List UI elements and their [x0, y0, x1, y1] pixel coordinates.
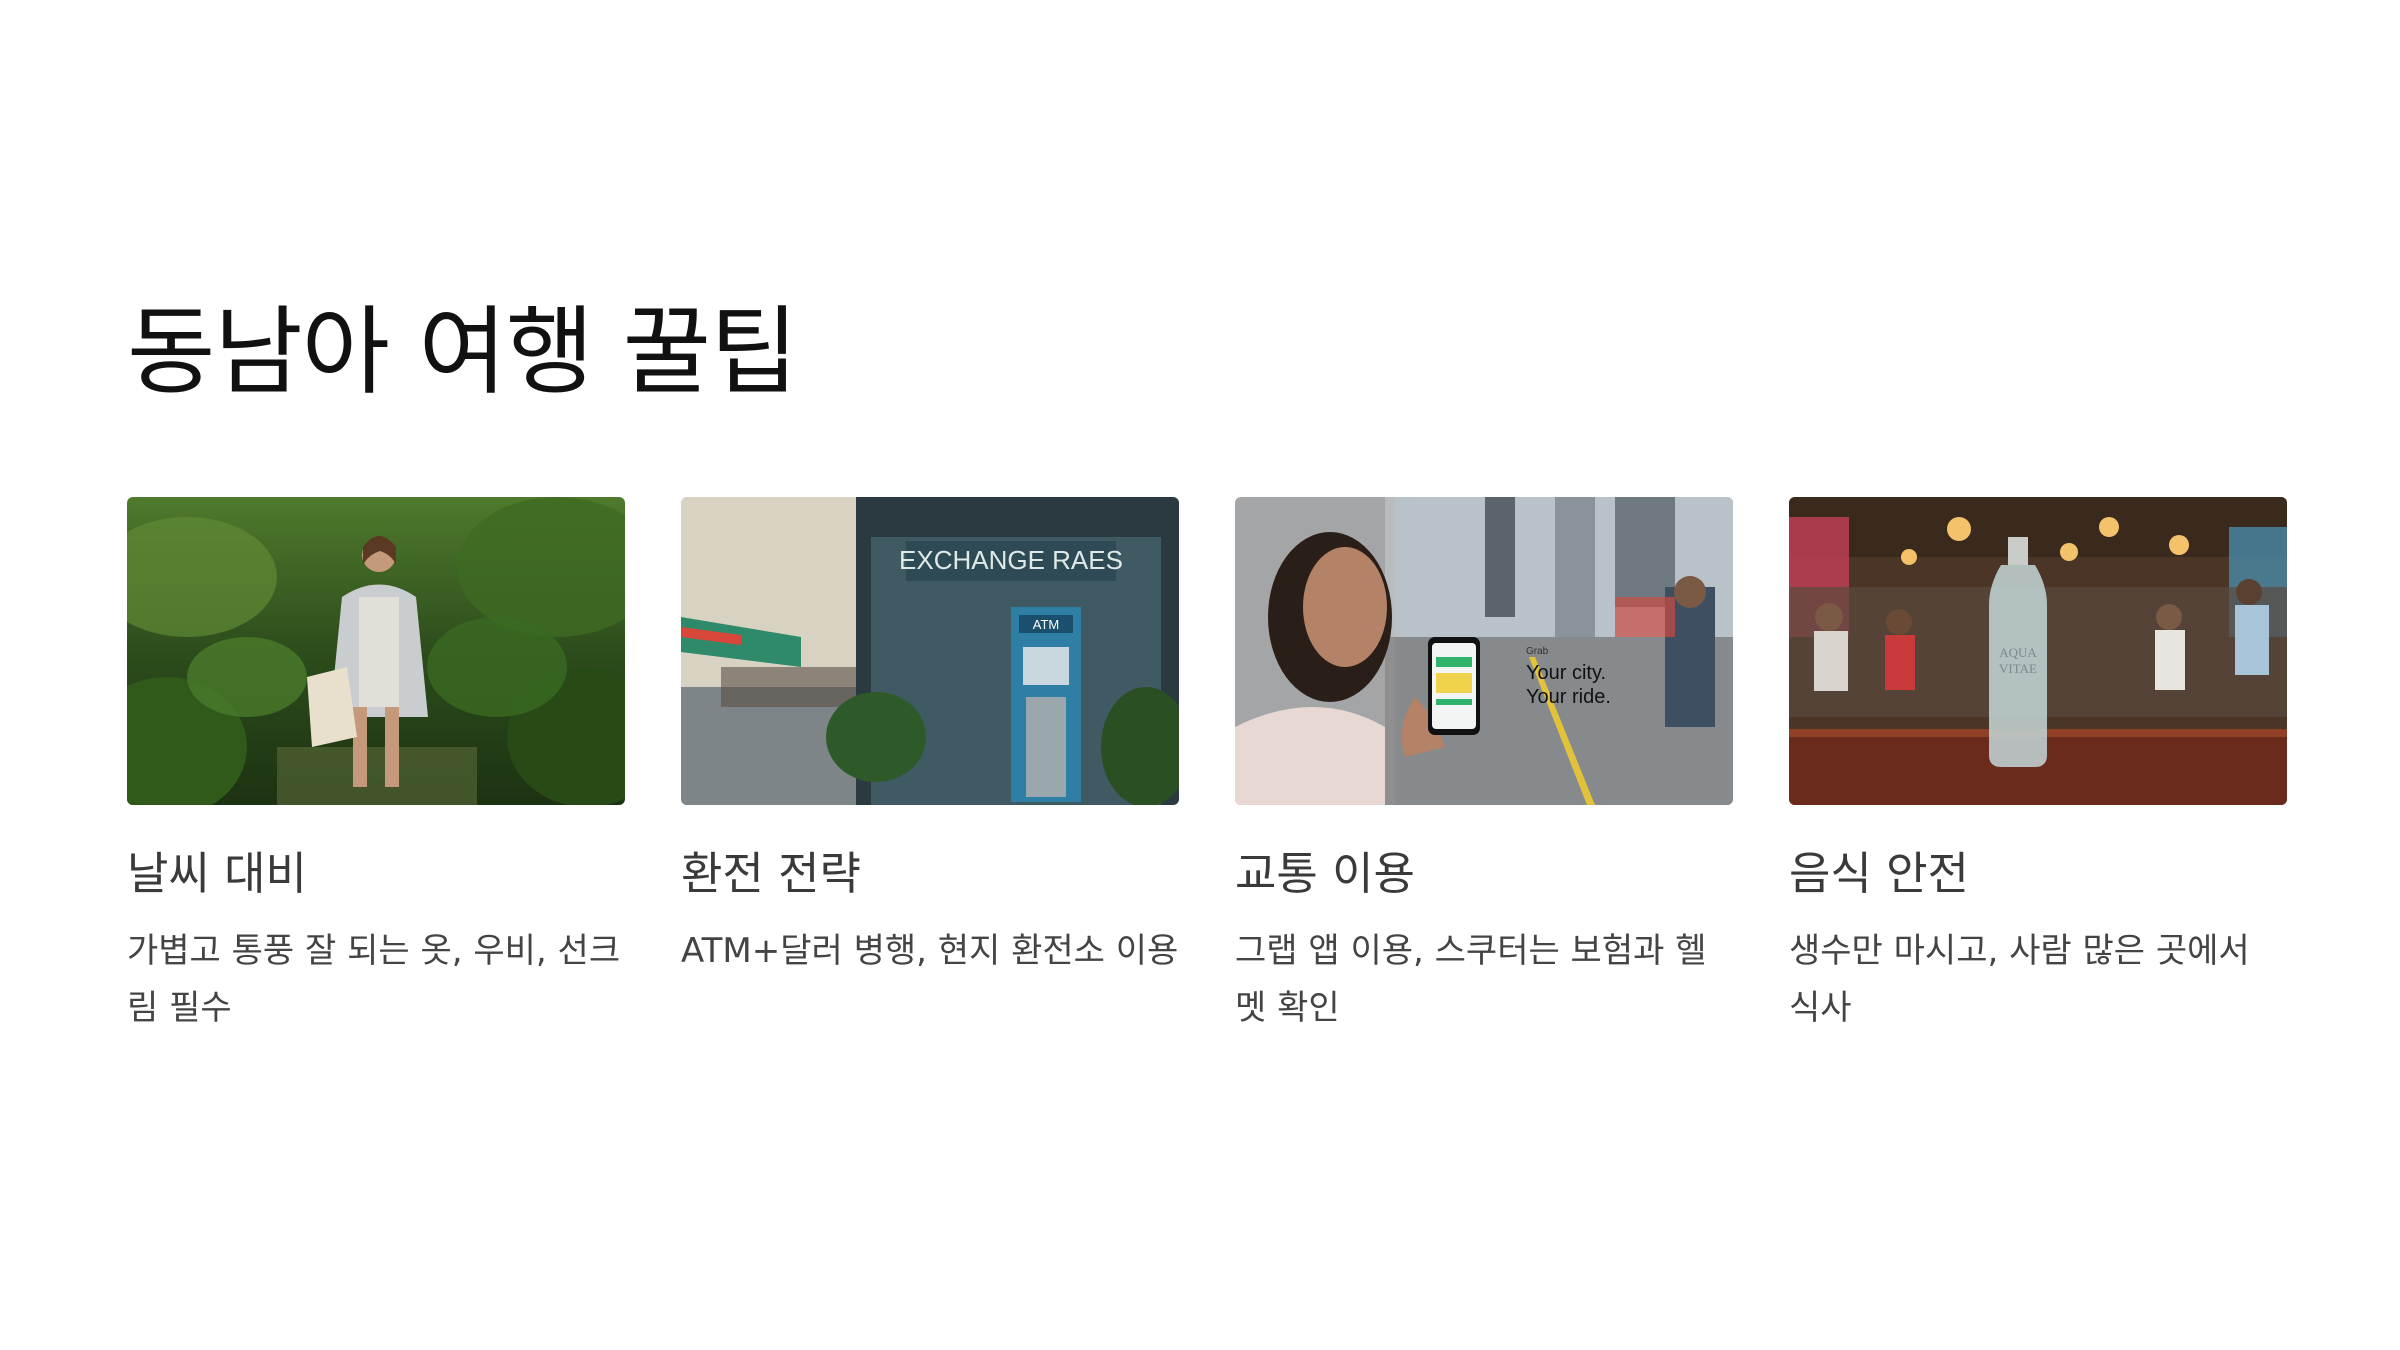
slide-title: 동남아 여행 꿀팁 — [127, 296, 798, 408]
app-slogan-line-2: Your ride. — [1526, 686, 1611, 708]
card-description: 그랩 앱 이용, 스쿠터는 보험과 헬멧 확인 — [1235, 931, 1707, 1028]
tip-card-weather: 날씨 대비 가볍고 통풍 잘 되는 옷, 우비, 선크림 필수 — [127, 497, 625, 1037]
tip-card-transport: Grab Your city. Your ride. 교통 이용 그랩 앱 이용… — [1235, 497, 1733, 1037]
tip-card-exchange: EXCHANGE RAES ATM 환전 전략 ATM+달러 병행, 현지 환전… — [681, 497, 1179, 1037]
card-title: 음식 안전 — [1789, 847, 1969, 900]
woman-with-ride-app-photo: Grab Your city. Your ride. — [1235, 497, 1733, 805]
card-title: 날씨 대비 — [127, 847, 307, 900]
tips-card-row: 날씨 대비 가볍고 통풍 잘 되는 옷, 우비, 선크림 필수 EXCHANGE… — [127, 497, 2287, 1037]
exchange-sign-text: EXCHANGE RAES — [899, 545, 1123, 575]
exchange-booth-atm-photo: EXCHANGE RAES ATM — [681, 497, 1179, 805]
app-brand-text: Grab — [1526, 646, 1549, 657]
card-title: 환전 전략 — [681, 847, 861, 900]
card-description: ATM+달러 병행, 현지 환전소 이용 — [681, 931, 1179, 971]
slide: 동남아 여행 꿀팁 날씨 대비 가볍고 통풍 잘 되는 옷, 우비, 선크림 필… — [0, 0, 2400, 1350]
bottle-label-line-2: VITAE — [1999, 661, 2037, 676]
tip-card-food: AQUA VITAE 음식 안전 생수만 마시고, 사람 많은 곳에서 식사 — [1789, 497, 2287, 1037]
card-description: 생수만 마시고, 사람 많은 곳에서 식사 — [1789, 931, 2250, 1028]
card-title: 교통 이용 — [1235, 847, 1415, 900]
atm-sign-text: ATM — [1033, 617, 1059, 632]
card-description: 가볍고 통풍 잘 되는 옷, 우비, 선크림 필수 — [127, 931, 621, 1028]
bottle-label-line-1: AQUA — [1999, 645, 2037, 660]
restaurant-water-bottle-photo: AQUA VITAE — [1789, 497, 2287, 805]
person-in-jungle-photo — [127, 497, 625, 805]
app-slogan-line-1: Your city. — [1526, 662, 1606, 684]
